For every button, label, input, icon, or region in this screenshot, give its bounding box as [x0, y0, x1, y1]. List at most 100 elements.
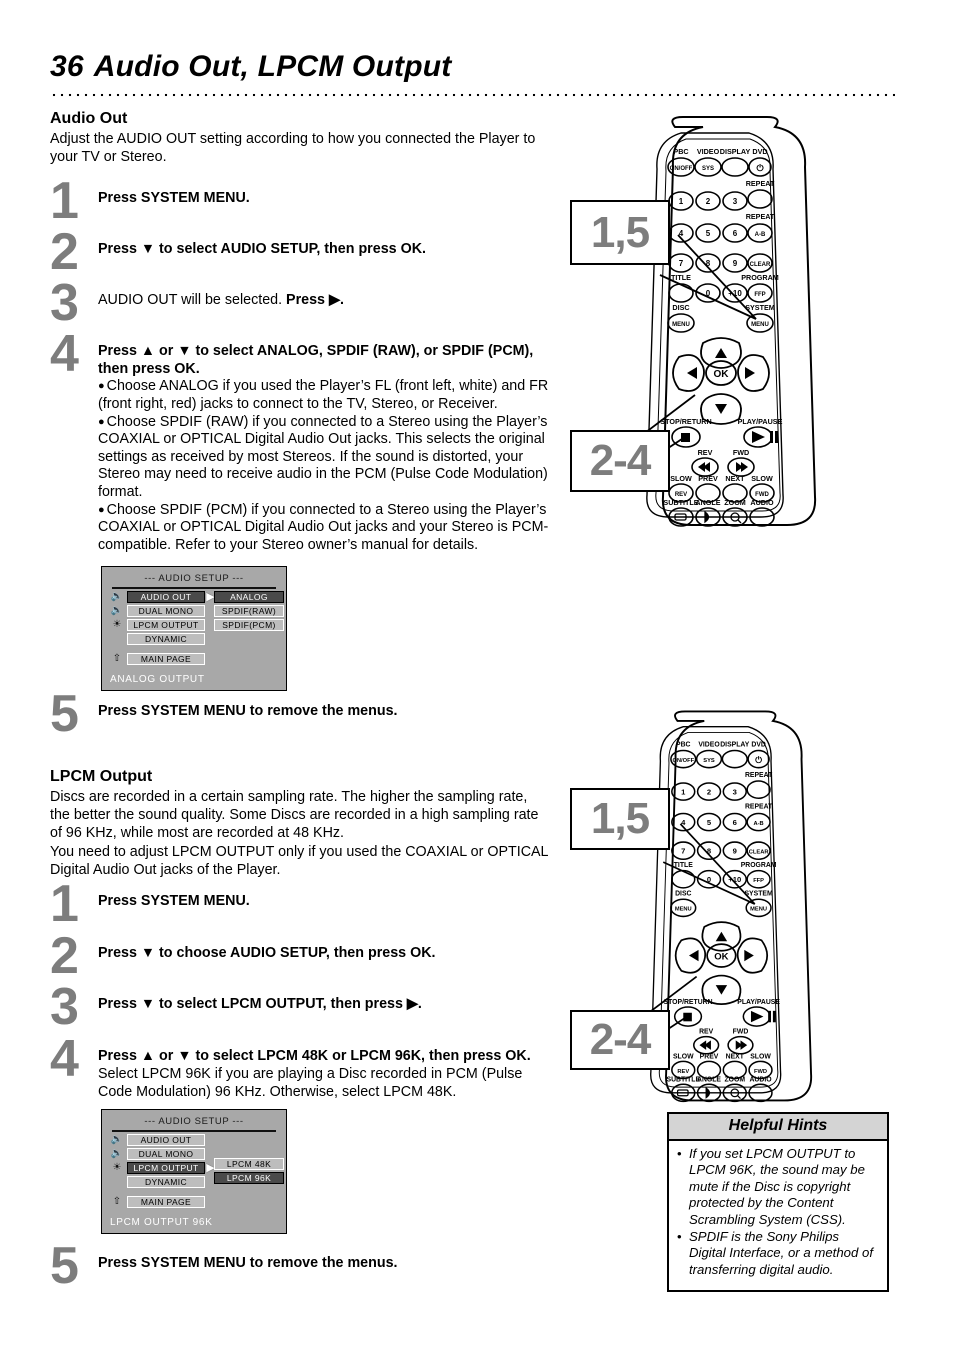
svg-text:⏻: ⏻ — [755, 755, 763, 765]
btn-label-rev: REV — [698, 448, 713, 457]
btn-label-dvd: DVD — [752, 147, 767, 156]
osd-item-lpcm-output[interactable]: LPCM OUTPUT — [127, 619, 205, 631]
callout-steps-2-4-top: 2-4 — [570, 430, 670, 492]
svg-text:5: 5 — [706, 229, 711, 238]
osd-row[interactable]: DYNAMIC ▶ — [110, 633, 216, 645]
btn-sub-fwd: FWD — [755, 492, 769, 498]
btn-sub-ffp: FFP — [754, 292, 765, 298]
svg-text:ON/OFF: ON/OFF — [672, 758, 694, 764]
osd-option-spdif-pcm[interactable]: SPDIF(PCM) — [214, 619, 284, 631]
osd-option-lpcm-48k[interactable]: LPCM 48K — [214, 1158, 284, 1170]
osd-option-analog[interactable]: ANALOG — [214, 591, 284, 603]
audio-out-step-5: 5 Press SYSTEM MENU to remove the menus. — [50, 688, 550, 748]
osd-row[interactable]: ☀ LPCM OUTPUT ▶ — [110, 1162, 216, 1174]
osd-item-audio-out[interactable]: AUDIO OUT — [127, 1134, 205, 1146]
osd-main-page-row[interactable]: ⇧ MAIN PAGE — [110, 1196, 205, 1208]
svg-text:9: 9 — [733, 847, 737, 856]
osd-item-main-page[interactable]: MAIN PAGE — [127, 653, 205, 665]
speaker-icon: 🔈 — [110, 591, 124, 602]
osd-item-dual-mono[interactable]: DUAL MONO — [127, 605, 205, 617]
btn-sub-menu-disc: MENU — [672, 322, 690, 328]
svg-text:A-B: A-B — [754, 821, 764, 827]
svg-text:FWD: FWD — [733, 1029, 749, 1036]
svg-text:DISPLAY: DISPLAY — [720, 742, 750, 749]
osd-row[interactable]: SPDIF(PCM) — [214, 619, 284, 631]
osd-item-dual-mono[interactable]: DUAL MONO — [127, 1148, 205, 1160]
osd-row[interactable]: 🔈 DUAL MONO ▶ — [110, 605, 216, 617]
btn-label-display: DISPLAY — [720, 147, 751, 156]
osd-row[interactable]: SPDIF(RAW) — [214, 605, 284, 617]
lpcm-output-intro-2: You need to adjust LPCM OUTPUT only if y… — [50, 843, 548, 878]
step-number: 5 — [50, 1237, 79, 1295]
svg-text:FFP: FFP — [753, 878, 764, 884]
osd-row[interactable]: ANALOG — [214, 591, 284, 603]
step-text: Press ▼ to choose AUDIO SETUP, then pres… — [98, 945, 436, 961]
step-text-bold: Press ▲ or ▼ to select LPCM 48K or LPCM … — [98, 1048, 531, 1064]
up-arrow-icon: ⇧ — [112, 653, 122, 664]
osd-item-main-page[interactable]: MAIN PAGE — [127, 1196, 205, 1208]
osd-main-page-row[interactable]: ⇧ MAIN PAGE — [110, 653, 205, 665]
osd-left-column: 🔈 AUDIO OUT ▶ 🔈 DUAL MONO ▶ ☀ LPCM OUTPU… — [110, 591, 216, 647]
osd-item-lpcm-output[interactable]: LPCM OUTPUT — [127, 1162, 205, 1174]
osd-option-lpcm-96k[interactable]: LPCM 96K — [214, 1172, 284, 1184]
hint-item: SPDIF is the Sony Philips Digital Interf… — [677, 1229, 879, 1278]
step-number: 3 — [50, 274, 79, 332]
svg-text:REPEAT: REPEAT — [745, 804, 773, 811]
step-number: 4 — [50, 325, 79, 383]
header-divider — [50, 93, 895, 97]
osd-item-dynamic[interactable]: DYNAMIC — [127, 633, 205, 645]
osd-right-column: LPCM 48K LPCM 96K — [214, 1158, 284, 1186]
osd-audio-setup-lpcm: --- AUDIO SETUP --- 🔈 AUDIO OUT ▶ 🔈 DUAL… — [101, 1109, 287, 1234]
bullet-dot-icon: ● — [98, 503, 105, 516]
svg-text:REV: REV — [699, 1029, 714, 1036]
svg-text:CLEAR: CLEAR — [749, 850, 770, 856]
step-text: Press ▼ to select AUDIO SETUP, then pres… — [98, 241, 426, 257]
btn-label-play-pause: PLAY/PAUSE — [738, 417, 783, 426]
btn-sub-rev: REV — [675, 492, 687, 498]
svg-text:REPEAT: REPEAT — [745, 772, 773, 779]
hint-item: If you set LPCM OUTPUT to LPCM 96K, the … — [677, 1146, 879, 1228]
svg-text:9: 9 — [733, 259, 738, 268]
page-title-text: Audio Out, LPCM Output — [93, 50, 452, 83]
svg-text:NEXT: NEXT — [726, 1054, 745, 1061]
osd-row[interactable]: ☀ LPCM OUTPUT ▶ — [110, 619, 216, 631]
osd-item-audio-out[interactable]: AUDIO OUT — [127, 591, 205, 603]
osd-left-column: 🔈 AUDIO OUT ▶ 🔈 DUAL MONO ▶ ☀ LPCM OUTPU… — [110, 1134, 216, 1190]
power-icon: ⏻ — [756, 163, 764, 173]
svg-text:FWD: FWD — [754, 1069, 767, 1075]
remote-control-diagram-top: OK PBC VIDEO DISPLAY DVD REPEAT REPEAT T… — [560, 105, 900, 535]
svg-text:+10: +10 — [728, 875, 741, 884]
dpad-ok-label: OK — [714, 951, 728, 962]
lpcm-output-intro-1: Discs are recorded in a certain sampling… — [50, 789, 539, 842]
osd-row[interactable]: LPCM 96K — [214, 1172, 284, 1184]
svg-text:STOP/RETURN: STOP/RETURN — [664, 999, 713, 1006]
callout-steps-1-5-bottom: 1,5 — [570, 788, 670, 850]
btn-label-subtitle: SUBTITLE — [663, 498, 698, 507]
chevron-right-icon: ▶ — [205, 1135, 216, 1145]
btn-label-system: SYSTEM — [745, 303, 775, 312]
osd-row[interactable]: 🔈 AUDIO OUT ▶ — [110, 1134, 216, 1146]
osd-row[interactable]: LPCM 48K — [214, 1158, 284, 1170]
step-number: 1 — [50, 875, 79, 933]
audio-out-intro: Adjust the AUDIO OUT setting according t… — [50, 131, 536, 166]
audio-out-step-3: 3 AUDIO OUT will be selected. Press ▶. — [50, 277, 550, 337]
svg-text:DISC: DISC — [675, 890, 691, 897]
step-text: Press SYSTEM MENU. — [98, 893, 250, 909]
audio-out-step-1: 1 Press SYSTEM MENU. — [50, 175, 550, 235]
svg-text:1: 1 — [681, 787, 686, 796]
step-text: Press ▼ to select LPCM OUTPUT, then pres… — [98, 996, 422, 1012]
btn-sub-onoff: ON/OFF — [670, 166, 693, 172]
osd-option-spdif-raw[interactable]: SPDIF(RAW) — [214, 605, 284, 617]
osd-row[interactable]: 🔈 AUDIO OUT ▶ — [110, 591, 216, 603]
svg-text:2: 2 — [706, 197, 711, 206]
svg-text:PREV: PREV — [700, 1054, 719, 1061]
svg-text:SYSTEM: SYSTEM — [744, 890, 772, 897]
up-arrow-icon: ⇧ — [112, 1196, 122, 1207]
svg-text:SLOW: SLOW — [673, 1054, 694, 1061]
osd-item-dynamic[interactable]: DYNAMIC — [127, 1176, 205, 1188]
osd-row[interactable]: DYNAMIC ▶ — [110, 1176, 216, 1188]
osd-title-underline — [112, 1130, 276, 1132]
bullet-item: ● Choose ANALOG if you used the Player’s … — [98, 378, 550, 413]
lpcm-step-4: 4 Press ▲ or ▼ to select LPCM 48K or LPC… — [50, 1033, 550, 1102]
osd-row[interactable]: 🔈 DUAL MONO ▶ — [110, 1148, 216, 1160]
